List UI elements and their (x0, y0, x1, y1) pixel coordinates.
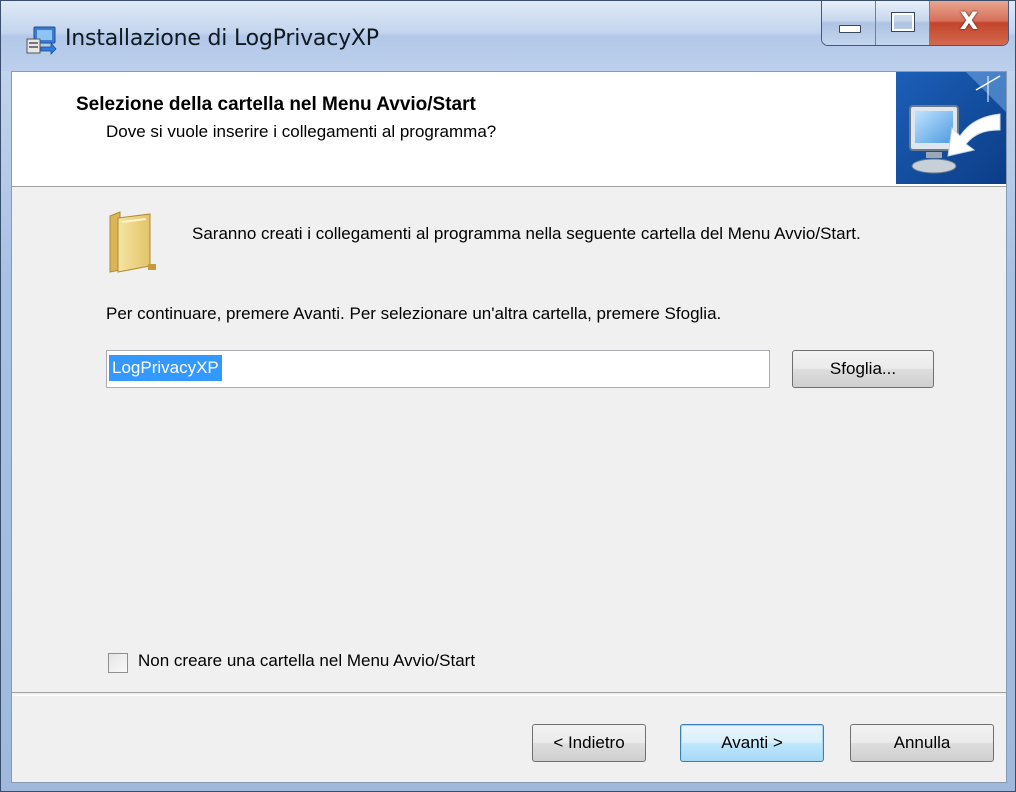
title-bar[interactable]: Installazione di LogPrivacyXP X (1, 1, 1015, 71)
maximize-button[interactable] (876, 1, 930, 45)
footer-divider (12, 692, 1006, 696)
installer-window: Installazione di LogPrivacyXP X Selezion… (0, 0, 1016, 792)
no-folder-checkbox-label[interactable]: Non creare una cartella nel Menu Avvio/S… (138, 651, 475, 671)
no-folder-checkbox[interactable] (108, 653, 128, 673)
instruction-text: Per continuare, premere Avanti. Per sele… (106, 304, 722, 323)
wizard-client-area: Selezione della cartella nel Menu Avvio/… (11, 71, 1007, 783)
intro-text: Saranno creati i collegamenti al program… (192, 224, 861, 243)
folder-input-value: LogPrivacyXP (109, 355, 222, 381)
wizard-computer-icon (896, 72, 1006, 184)
back-button[interactable]: < Indietro (532, 724, 646, 762)
folder-icon (106, 210, 158, 274)
close-icon: X (959, 7, 979, 35)
browse-button[interactable]: Sfoglia... (792, 350, 934, 388)
window-title: Installazione di LogPrivacyXP (65, 26, 379, 51)
page-title: Selezione della cartella nel Menu Avvio/… (76, 94, 476, 115)
installer-icon (25, 25, 57, 55)
minimize-icon (839, 25, 861, 33)
wizard-header: Selezione della cartella nel Menu Avvio/… (12, 72, 1006, 187)
page-subtitle: Dove si vuole inserire i collegamenti al… (106, 122, 497, 141)
maximize-icon (891, 12, 915, 32)
close-button[interactable]: X (930, 1, 1008, 45)
next-button[interactable]: Avanti > (680, 724, 824, 762)
window-controls: X (821, 1, 1009, 46)
start-menu-folder-input[interactable]: LogPrivacyXP (106, 350, 770, 388)
minimize-button[interactable] (822, 1, 876, 45)
cancel-button[interactable]: Annulla (850, 724, 994, 762)
